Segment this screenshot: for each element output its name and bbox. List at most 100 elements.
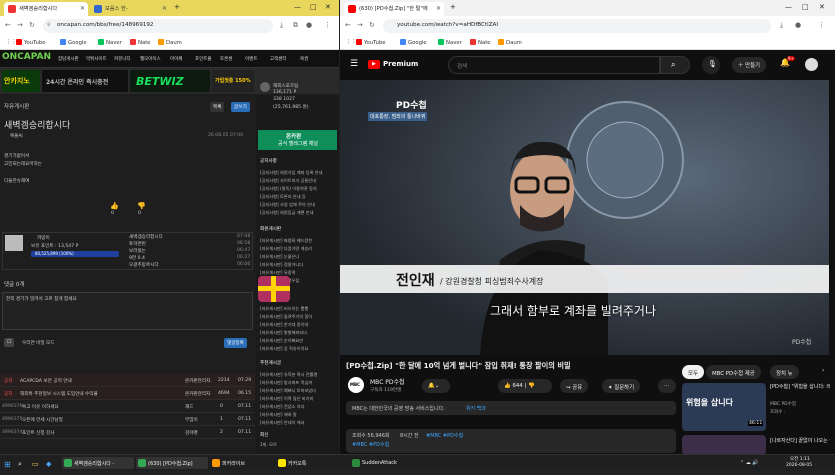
best-item[interactable]: 1위. 모르 xyxy=(260,442,336,448)
more-actions-button[interactable]: ⋯ xyxy=(658,379,676,393)
search-input[interactable]: 검색 xyxy=(448,56,660,74)
hot-item[interactable]: [자유게시판] 한거대 중이야 xyxy=(260,322,336,328)
video-player[interactable]: PD수첩 대포통장, 범죄의 통나바퀴 전인재 / 강원경찰청 피싱범죄수사계장… xyxy=(340,80,829,355)
nav-item[interactable]: 이벤트 xyxy=(245,56,257,62)
profile-link[interactable]: 9만 0.4 xyxy=(129,255,145,261)
notice-item[interactable]: [공지사항] (필독) 이용약관 동의 xyxy=(260,186,336,192)
taskbar-item-live[interactable]: 퍼카라이브 xyxy=(210,457,270,469)
chip-politics[interactable]: 정치 뉴 xyxy=(770,365,799,379)
download-icon[interactable]: ⤓ xyxy=(780,21,783,30)
avatar[interactable] xyxy=(805,58,818,71)
bookmark-apps-icon[interactable]: ⋮⋮ xyxy=(346,39,357,45)
hot-item[interactable]: [자유게시판] 다음가면 게승리 xyxy=(260,246,336,252)
comment-input[interactable]: 한쪽 경기가 밀려서 고르 첩개 합세요 xyxy=(2,292,253,330)
hot-item[interactable]: [자유게시판] 눈물은나 xyxy=(260,254,336,260)
tab-oncapan-post[interactable]: 새벽겜승리합시다 ✕ xyxy=(4,2,88,16)
bookmark-nate[interactable]: Nate xyxy=(130,39,151,46)
table-row[interactable]: 4990375 오픈에 만세 시간남았 부엄이 1 07.11 xyxy=(0,413,255,426)
ad-banner[interactable]: 가입첫충 150% xyxy=(212,70,254,92)
profile-icon[interactable]: ● xyxy=(795,21,801,29)
profile-name[interactable]: 까망이 xyxy=(37,235,50,241)
tab-youtube-video[interactable]: (630) [PD수첩.Zip] "한 탈"에 ✕ xyxy=(344,2,444,16)
best-item[interactable]: [자유게시판] 예뻐니 토마보았다 xyxy=(260,388,336,394)
bookmark-youtube[interactable]: YouTube xyxy=(356,39,386,46)
comment-submit-button[interactable]: 댓글등록 xyxy=(224,338,247,348)
tab-second[interactable]: 모음스 한- ✕ xyxy=(90,2,170,16)
profile-link[interactable]: 보러왔는 xyxy=(129,248,146,254)
gift-box-icon[interactable] xyxy=(258,276,290,302)
close-window-icon[interactable]: ✕ xyxy=(325,3,331,11)
clock-date[interactable]: 2026-08-05 xyxy=(786,463,812,475)
extensions-icon[interactable]: ⧉ xyxy=(293,21,298,30)
ask-button[interactable]: ✦ 질문하기 xyxy=(602,379,641,393)
recommended-channel[interactable]: MBC PD수첩 xyxy=(770,401,796,407)
bookmark-apps-icon[interactable]: ⋮⋮ xyxy=(6,39,17,45)
recommended-thumbnail[interactable]: 위험을 삽니다 46:11 xyxy=(682,383,766,431)
thumbs-down-icon[interactable]: | 👎 xyxy=(523,383,534,389)
best-item[interactable]: [자유게시판] 전념소 차다 xyxy=(260,404,336,410)
nav-item[interactable]: 먹튀사이트 xyxy=(86,56,107,62)
notice-item[interactable]: [공지사항] 사칭 업체 주의 안내 xyxy=(260,202,336,208)
chevron-right-icon[interactable]: › xyxy=(822,367,824,374)
reload-icon[interactable]: ↻ xyxy=(369,21,375,29)
new-tab-icon[interactable]: + xyxy=(174,3,180,11)
nav-item[interactable]: 포인트몰 xyxy=(195,56,212,62)
reload-icon[interactable]: ↻ xyxy=(29,21,35,29)
forward-icon[interactable]: → xyxy=(357,21,363,29)
nav-item[interactable]: 복권 xyxy=(300,56,308,62)
avatar[interactable] xyxy=(260,82,270,92)
menu-icon[interactable]: ⋮ xyxy=(818,21,825,29)
search-icon[interactable]: ⌕ xyxy=(18,457,22,469)
bird-app-icon[interactable]: ◆ xyxy=(46,457,51,469)
recommended-title[interactable]: [나르자산다] 끝없이 나오는 골 xyxy=(770,437,830,444)
hot-item[interactable]: [자유게시판] 강 혁슈이치요 xyxy=(260,346,336,352)
maximize-icon[interactable]: □ xyxy=(310,3,317,11)
telegram-ad[interactable]: 온카판 공식 텔레그램 채널 xyxy=(258,130,337,150)
table-row[interactable]: 4990376 특고 이유 이하세요 재드 0 07.11 xyxy=(0,400,255,413)
tray-icons[interactable]: ⌃ ☁ 🔊 xyxy=(740,457,759,469)
profile-link[interactable]: 새벽겜승리합시다 xyxy=(129,234,163,240)
youtube-logo-icon[interactable]: ▶ xyxy=(368,60,380,69)
minimize-icon[interactable]: — xyxy=(785,3,792,11)
download-icon[interactable]: ⤓ xyxy=(280,21,283,30)
share-button[interactable]: ↪ 공유 xyxy=(560,379,589,393)
best-item[interactable]: [자유게시판] 이짝 많은 바가지 xyxy=(260,396,336,402)
sidebar-username[interactable]: 해외스포츠팀 xyxy=(273,83,298,89)
ad-banner[interactable]: 24시간 온라인 즉시충전 xyxy=(42,70,128,92)
list-button[interactable]: 목록 xyxy=(210,102,225,112)
channel-avatar[interactable]: MBC xyxy=(348,377,364,393)
nav-item[interactable]: 토론센 xyxy=(220,56,232,62)
create-button[interactable]: ＋ 만들기 xyxy=(732,57,766,73)
hashtags[interactable]: #MBC #PD수첩 xyxy=(426,432,463,439)
table-row[interactable]: 4990374 포인트 신청 감사 김야명 2 07.11 xyxy=(0,426,255,439)
taskbar-item-right-browser[interactable]: (630) [PD수첩.Zip] xyxy=(136,457,208,469)
premium-logo[interactable]: Premium xyxy=(383,60,418,68)
best-item[interactable]: [자유게시판] 밤사퍼프 먹습까 xyxy=(260,380,336,386)
maximize-icon[interactable]: □ xyxy=(802,3,809,11)
recommended-title[interactable]: [PD수첩] "위험을 삽니다: 레버리 xyxy=(770,383,830,390)
taskbar-item-left-browser[interactable]: 새벽겜승리합시다 - xyxy=(62,457,134,469)
close-icon[interactable]: ✕ xyxy=(436,5,441,12)
thumbs-down-icon[interactable]: 👎 xyxy=(137,202,146,210)
best-item[interactable]: [자유게시판] 유학분 혹시 전률랬 xyxy=(260,372,336,378)
best-item[interactable]: [자유게시판] 해외 말 xyxy=(260,412,336,418)
url-field[interactable]: ⚲ oncapan.com/bbs/free/148969192 xyxy=(43,19,273,33)
nav-item[interactable]: 잡담게시판 xyxy=(58,56,79,62)
close-icon[interactable]: ✕ xyxy=(162,5,167,12)
profile-link[interactable]: 오광추망르시다 xyxy=(129,262,159,268)
recommended-thumbnail[interactable] xyxy=(682,435,766,454)
board-category[interactable]: 자유게시판 xyxy=(4,102,29,110)
nav-item[interactable]: 고객센터 xyxy=(270,56,287,62)
menu-icon[interactable]: ⋮ xyxy=(324,21,331,29)
hot-item[interactable]: [자유게시판] 순이빠요만 xyxy=(260,338,336,344)
taskbar-item-suddenattack[interactable]: SuddenAttack xyxy=(350,457,410,469)
table-row[interactable]: 공지 해외특 추천정보 시스템 도입안내 수익율 온카판관리자 4694 06.… xyxy=(0,387,255,400)
voice-search-button[interactable]: 🎙 xyxy=(702,56,720,74)
bookmark-daum[interactable]: Daum xyxy=(498,39,522,46)
like-button[interactable]: 👍 644 | 👎 xyxy=(498,379,552,393)
bookmark-google[interactable]: Google xyxy=(60,39,87,46)
profile-icon[interactable]: ● xyxy=(306,21,312,29)
taskbar-item-kakaotalk[interactable]: 카카오톡 xyxy=(276,457,326,469)
nav-item[interactable]: 커뮤니티 xyxy=(114,56,131,62)
post-author[interactable]: 복돌씨 xyxy=(10,133,23,139)
